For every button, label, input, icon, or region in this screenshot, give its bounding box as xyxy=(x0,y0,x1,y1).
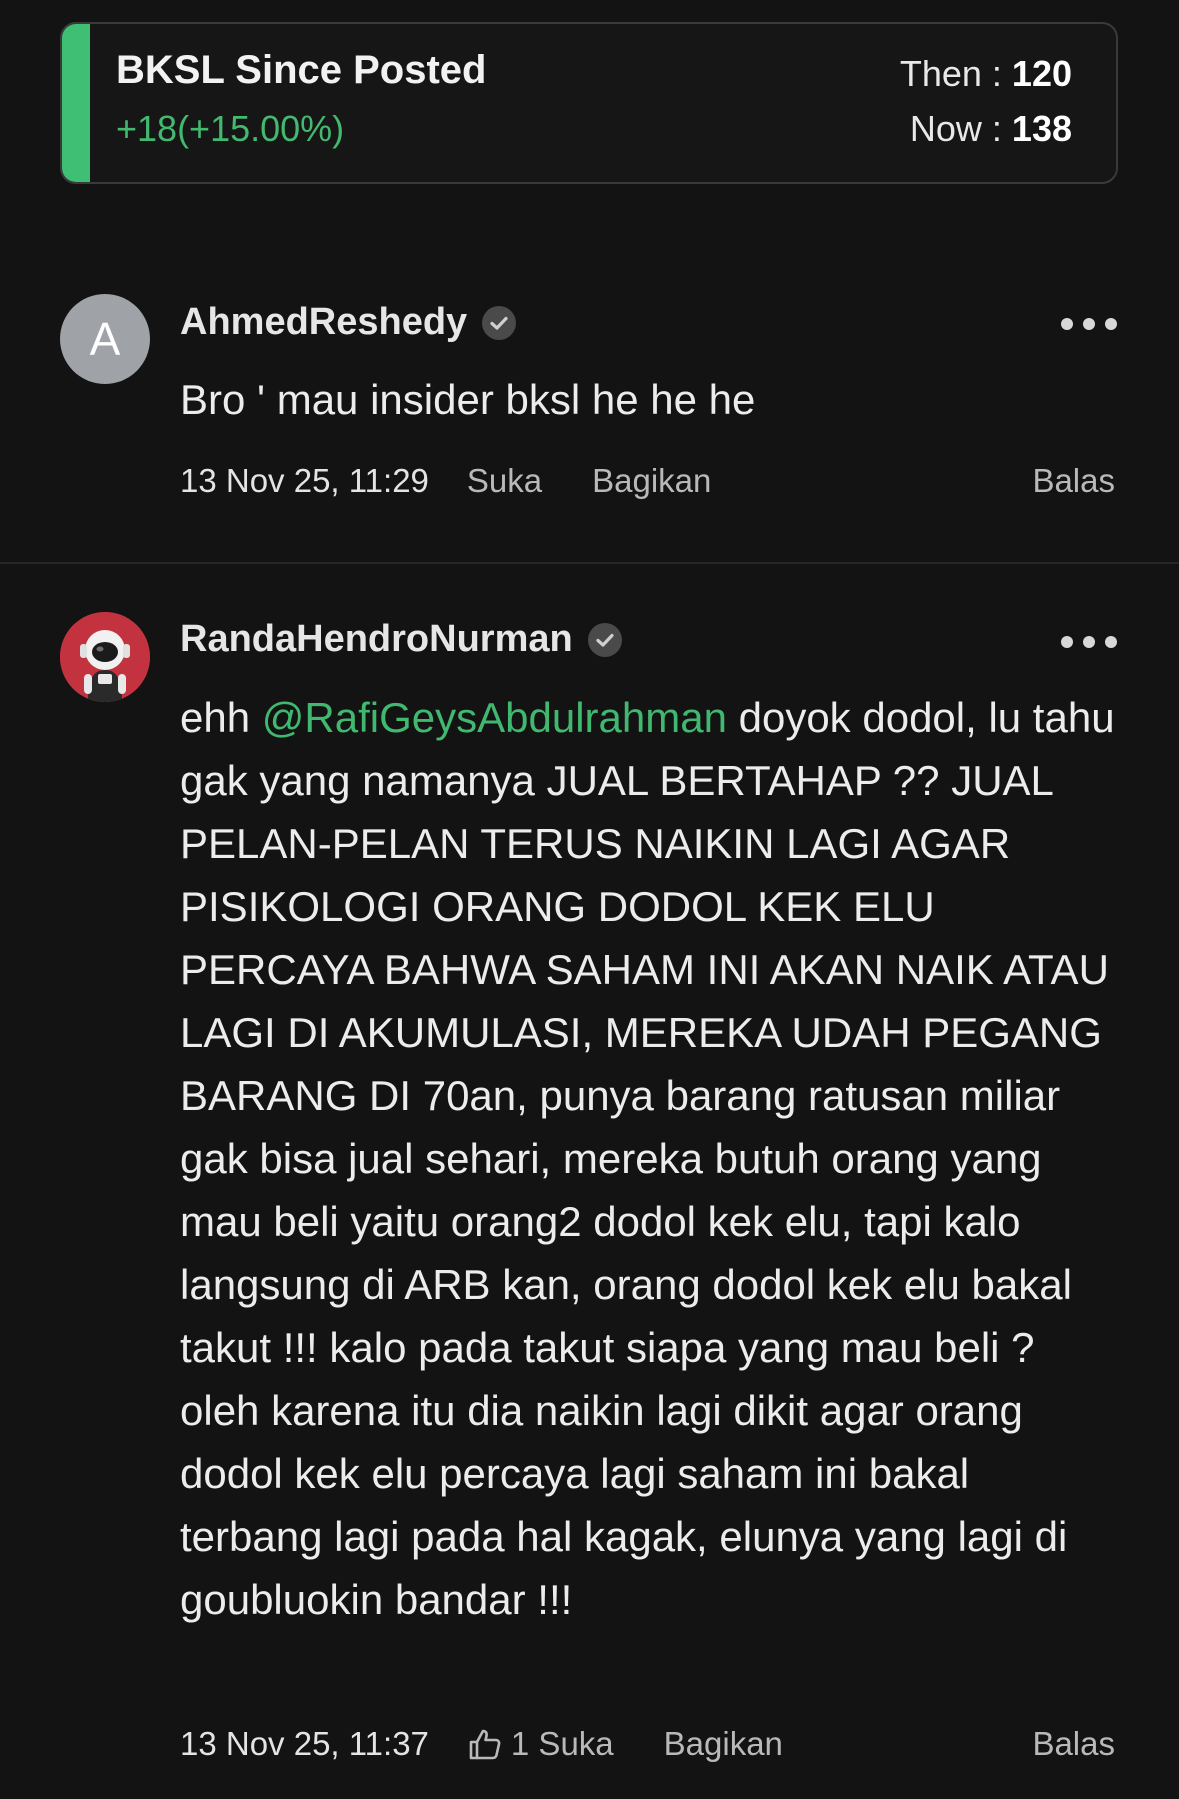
comment-timestamp: 13 Nov 25, 11:37 xyxy=(180,1725,429,1762)
comment-username[interactable]: RandaHendroNurman xyxy=(180,618,623,661)
astronaut-avatar-icon xyxy=(60,612,150,702)
stock-accent-bar xyxy=(62,24,90,182)
avatar[interactable]: A xyxy=(60,294,150,384)
stock-performance-card[interactable]: BKSL Since Posted +18(+15.00%) Then : 12… xyxy=(60,22,1118,184)
stock-prices: Then : 120 Now : 138 xyxy=(900,46,1072,156)
comment-text: ehh @RafiGeysAbdulrahman doyok dodol, lu… xyxy=(180,686,1120,1631)
dot-icon xyxy=(1105,636,1117,648)
now-label: Now : xyxy=(909,108,1012,149)
comment-actions: 13 Nov 25, 11:37 1 Suka Bagikan Balas xyxy=(180,1725,1115,1763)
comment-timestamp: 13 Nov 25, 11:29 xyxy=(180,462,429,499)
avatar-letter: A xyxy=(89,313,121,365)
avatar[interactable] xyxy=(60,612,150,702)
stock-change: +18(+15.00%) xyxy=(116,108,345,149)
dot-icon xyxy=(1083,318,1095,330)
mention-link[interactable]: @RafiGeysAbdulrahman xyxy=(262,694,727,741)
comment-username[interactable]: AhmedReshedy xyxy=(180,301,517,344)
then-label: Then : xyxy=(899,53,1012,94)
comment-text-body: doyok dodol, lu tahu gak yang namanya JU… xyxy=(180,694,1115,1623)
comment-text-prefix: ehh xyxy=(180,694,262,741)
dot-icon xyxy=(1083,636,1095,648)
more-options-button[interactable] xyxy=(1061,632,1117,652)
dot-icon xyxy=(1105,318,1117,330)
reply-button[interactable]: Balas xyxy=(1032,462,1115,500)
thumbs-up-icon xyxy=(469,1729,501,1760)
now-value: 138 xyxy=(1011,108,1072,149)
then-price-row: Then : 120 xyxy=(900,46,1072,101)
like-button[interactable]: 1 Suka xyxy=(467,1725,614,1763)
dot-icon xyxy=(1061,318,1073,330)
comment-text: Bro ' mau insider bksl he he he xyxy=(180,376,756,423)
now-price-row: Now : 138 xyxy=(900,101,1072,156)
then-value: 120 xyxy=(1011,53,1072,94)
reply-button[interactable]: Balas xyxy=(1032,1725,1115,1763)
share-button[interactable]: Bagikan xyxy=(664,1725,783,1763)
dot-icon xyxy=(1061,636,1073,648)
comment-divider xyxy=(0,562,1179,564)
stock-title: BKSL Since Posted xyxy=(116,48,487,92)
username-label: AhmedReshedy xyxy=(180,301,468,343)
verified-check-icon xyxy=(482,305,517,340)
comment-actions: 13 Nov 25, 11:29 Suka Bagikan Balas xyxy=(180,462,1115,500)
share-button[interactable]: Bagikan xyxy=(592,462,711,500)
verified-check-icon xyxy=(587,622,622,657)
like-label: 1 Suka xyxy=(510,1725,614,1762)
username-label: RandaHendroNurman xyxy=(180,618,573,660)
like-button[interactable]: Suka xyxy=(467,462,542,500)
more-options-button[interactable] xyxy=(1061,314,1117,334)
